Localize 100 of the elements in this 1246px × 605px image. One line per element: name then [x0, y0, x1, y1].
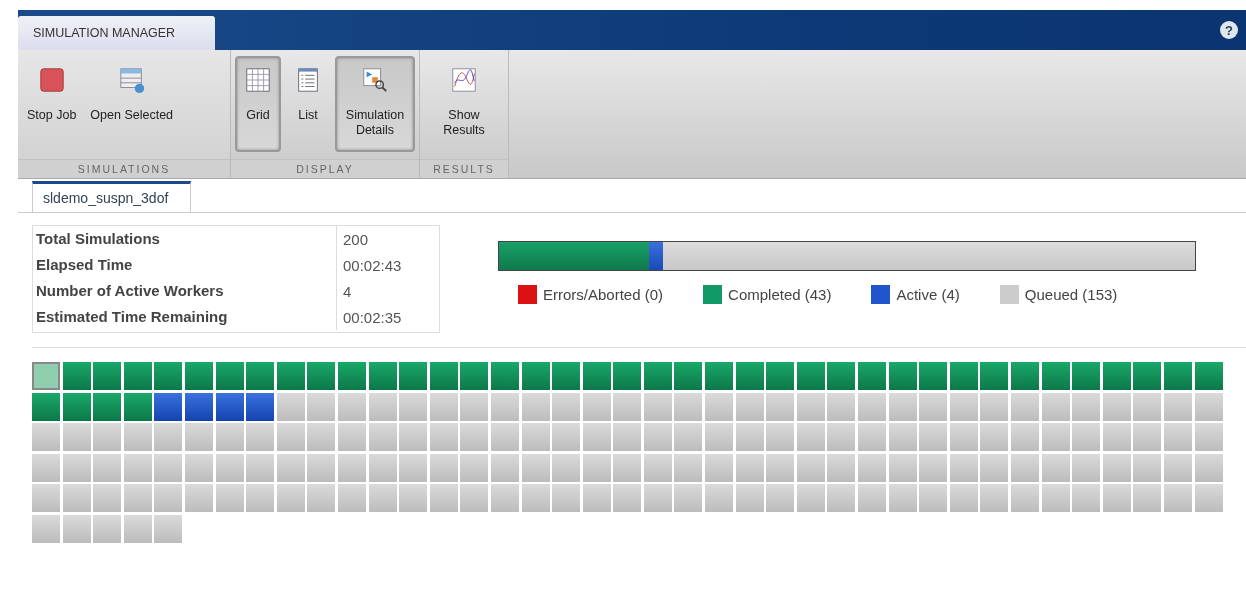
simulation-tile[interactable] — [1011, 453, 1039, 482]
simulation-tile[interactable] — [276, 484, 305, 513]
simulation-tile[interactable] — [582, 423, 611, 452]
simulation-tile[interactable] — [858, 392, 887, 421]
simulation-tile[interactable] — [674, 392, 703, 421]
simulation-tile[interactable] — [552, 392, 581, 421]
simulation-tile[interactable] — [1102, 392, 1131, 421]
simulation-tile[interactable] — [796, 484, 825, 513]
simulation-tile[interactable] — [1194, 362, 1223, 390]
simulation-tile[interactable] — [1011, 392, 1039, 421]
simulation-tile[interactable] — [766, 453, 795, 482]
simulation-tile[interactable] — [1163, 423, 1192, 452]
simulation-tile[interactable] — [613, 362, 642, 390]
simulation-tile[interactable] — [705, 484, 734, 513]
simulation-tile[interactable] — [337, 453, 366, 482]
simulation-tile[interactable] — [429, 484, 458, 513]
simulation-tile[interactable] — [399, 362, 428, 390]
simulation-tile[interactable] — [215, 423, 244, 452]
simulation-tile[interactable] — [949, 453, 978, 482]
simulation-tile[interactable] — [919, 392, 948, 421]
simulation-tile[interactable] — [674, 453, 703, 482]
simulation-tile[interactable] — [460, 392, 489, 421]
simulation-tile[interactable] — [123, 484, 152, 513]
simulation-tile[interactable] — [1163, 392, 1192, 421]
simulation-tile[interactable] — [735, 423, 764, 452]
simulation-tile[interactable] — [490, 484, 519, 513]
simulation-tile[interactable] — [154, 423, 183, 452]
simulation-tile[interactable] — [643, 423, 672, 452]
simulation-tile[interactable] — [1133, 423, 1162, 452]
simulation-tile[interactable] — [521, 392, 550, 421]
simulation-tile[interactable] — [705, 423, 734, 452]
simulation-tile[interactable] — [429, 392, 458, 421]
simulation-tile[interactable] — [582, 484, 611, 513]
simulation-tile[interactable] — [888, 484, 917, 513]
simulation-tile[interactable] — [184, 423, 213, 452]
simulation-tile[interactable] — [368, 453, 397, 482]
simulation-tile[interactable] — [827, 453, 856, 482]
simulation-tile[interactable] — [62, 392, 91, 421]
simulation-tile[interactable] — [429, 362, 458, 390]
simulation-tile[interactable] — [674, 423, 703, 452]
simulation-tile[interactable] — [460, 362, 489, 390]
simulation-tile[interactable] — [490, 423, 519, 452]
simulation-tile[interactable] — [490, 392, 519, 421]
simulation-tile[interactable] — [460, 484, 489, 513]
simulation-tile[interactable] — [1041, 392, 1070, 421]
simulation-tile[interactable] — [552, 453, 581, 482]
simulation-tile[interactable] — [32, 484, 60, 513]
simulation-tile[interactable] — [1041, 453, 1070, 482]
simulation-tile[interactable] — [368, 392, 397, 421]
toolbar-button[interactable]: Show Results — [424, 56, 504, 152]
simulation-tile[interactable] — [827, 484, 856, 513]
simulation-tile[interactable] — [796, 392, 825, 421]
simulation-tile[interactable] — [521, 453, 550, 482]
simulation-tile[interactable] — [643, 484, 672, 513]
toolbar-button[interactable]: Simulation Details — [335, 56, 415, 152]
simulation-tile[interactable] — [796, 423, 825, 452]
simulation-tile[interactable] — [307, 392, 336, 421]
simulation-tile[interactable] — [337, 484, 366, 513]
simulation-tile[interactable] — [32, 362, 60, 390]
simulation-tile[interactable] — [613, 484, 642, 513]
simulation-tile[interactable] — [276, 453, 305, 482]
simulation-tile[interactable] — [858, 362, 887, 390]
simulation-tile[interactable] — [93, 484, 122, 513]
simulation-tile[interactable] — [337, 362, 366, 390]
simulation-tile[interactable] — [460, 423, 489, 452]
simulation-tile[interactable] — [919, 484, 948, 513]
simulation-tile[interactable] — [858, 423, 887, 452]
simulation-tile[interactable] — [980, 423, 1009, 452]
simulation-tile[interactable] — [919, 423, 948, 452]
simulation-tile[interactable] — [93, 453, 122, 482]
simulation-tile[interactable] — [154, 453, 183, 482]
simulation-tile[interactable] — [919, 362, 948, 390]
simulation-tile[interactable] — [184, 362, 213, 390]
toolbar-button[interactable]: Grid — [235, 56, 281, 152]
simulation-tile[interactable] — [613, 392, 642, 421]
simulation-tile[interactable] — [184, 453, 213, 482]
simulation-tile[interactable] — [1102, 423, 1131, 452]
simulation-tile[interactable] — [827, 362, 856, 390]
simulation-tile[interactable] — [246, 392, 275, 421]
simulation-tile[interactable] — [1041, 362, 1070, 390]
simulation-tile[interactable] — [368, 484, 397, 513]
simulation-tile[interactable] — [1133, 362, 1162, 390]
simulation-tile[interactable] — [1011, 362, 1039, 390]
document-tab[interactable]: sldemo_suspn_3dof — [32, 181, 192, 212]
simulation-tile[interactable] — [215, 484, 244, 513]
simulation-tile[interactable] — [1072, 484, 1101, 513]
simulation-tile[interactable] — [337, 392, 366, 421]
simulation-tile[interactable] — [32, 392, 60, 421]
simulation-tile[interactable] — [399, 423, 428, 452]
simulation-tile[interactable] — [643, 362, 672, 390]
simulation-tile[interactable] — [32, 453, 60, 482]
simulation-tile[interactable] — [184, 392, 213, 421]
simulation-tile[interactable] — [949, 484, 978, 513]
simulation-tile[interactable] — [276, 362, 305, 390]
simulation-tile[interactable] — [123, 453, 152, 482]
simulation-tile[interactable] — [1163, 484, 1192, 513]
simulation-tile[interactable] — [674, 484, 703, 513]
simulation-tile[interactable] — [705, 453, 734, 482]
simulation-tile[interactable] — [184, 484, 213, 513]
simulation-tile[interactable] — [1133, 392, 1162, 421]
